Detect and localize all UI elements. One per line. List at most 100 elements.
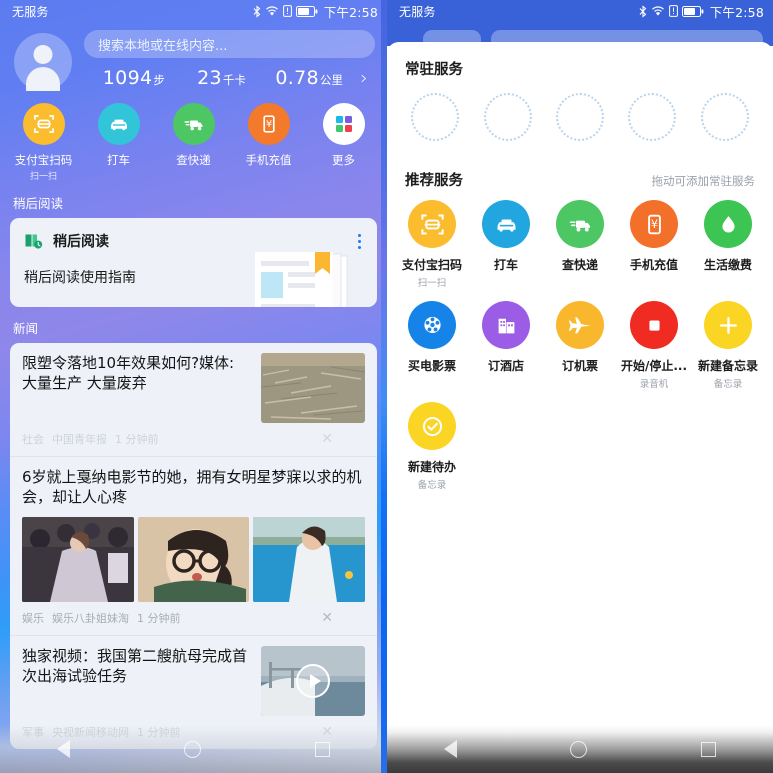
service-flight[interactable]: 订机票 [543, 301, 617, 390]
resident-slot-row [387, 79, 773, 141]
service-hotel[interactable]: 订酒店 [469, 301, 543, 390]
back-triangle-icon[interactable] [443, 740, 457, 758]
news-title: 6岁就上戛纳电影节的她，拥有女明星梦寐以求的机会，却让人心疼 [22, 468, 362, 507]
stat-steps-unit: 步 [153, 73, 165, 87]
profile-search-header: 搜索本地或在线内容... 1094步 23千卡 0.78公里 › [0, 22, 387, 91]
news-source: 中国青年报 [52, 433, 107, 446]
resident-slot-4[interactable] [616, 93, 688, 141]
service-alipay-scan[interactable]: 支付宝扫码 扫一扫 [395, 200, 469, 289]
news-source: 娱乐八卦姐妹淘 [52, 611, 129, 625]
status-icons: 下午2:58 [639, 2, 764, 21]
dual-screenshot: 无服务 下午2:58 搜索本地或在线内容... 1094步 23千卡 0.78公… [0, 0, 773, 773]
status-icons: 下午2:58 [253, 2, 378, 21]
service-sublabel: 备忘录 [417, 480, 447, 491]
service-record-toggle[interactable]: 开始/停止... 录音机 [617, 301, 691, 390]
left-phone-panel: 无服务 下午2:58 搜索本地或在线内容... 1094步 23千卡 0.78公… [0, 0, 387, 773]
bluetooth-icon [639, 4, 647, 18]
shortcut-label: 查快递 [176, 153, 211, 167]
shortcut-more[interactable]: 更多 [306, 103, 381, 182]
service-label: 打车 [493, 258, 518, 272]
news-meta: 社会 中国青年报 1 分钟前 ✕ [22, 423, 365, 456]
avatar[interactable] [14, 33, 72, 91]
wifi-icon [651, 5, 665, 17]
back-triangle-icon[interactable] [57, 740, 70, 758]
read-later-card[interactable]: 稍后阅读 稍后阅读使用指南 [10, 218, 377, 307]
service-label: 手机充值 [629, 258, 678, 272]
delivery-truck-icon [172, 103, 215, 145]
service-taxi[interactable]: 打车 [469, 200, 543, 289]
read-later-card-header: 稍后阅读 [10, 218, 377, 251]
shortcut-label: 打车 [107, 153, 130, 167]
news-article-1[interactable]: 限塑令落地10年效果如何?媒体: 大量生产 大量废弃 社会 中国青年报 1 分钟… [10, 343, 377, 456]
svg-text:¥: ¥ [650, 217, 657, 230]
service-label: 新建备忘录 [697, 359, 758, 373]
news-image-3 [253, 516, 366, 602]
service-new-note[interactable]: 新建备忘录 备忘录 [691, 301, 765, 390]
recents-square-icon[interactable] [701, 741, 717, 757]
service-new-todo[interactable]: 新建待办 备忘录 [395, 402, 469, 491]
news-video-thumbnail[interactable] [261, 645, 365, 716]
battery-icon [295, 5, 318, 17]
clock-label: 下午2:58 [709, 4, 764, 20]
news-close-icon[interactable]: ✕ [321, 610, 365, 626]
service-movie-ticket[interactable]: 买电影票 [395, 301, 469, 390]
stat-distance: 0.78公里 [265, 67, 353, 89]
play-button-icon[interactable] [296, 663, 330, 698]
recommended-services-hint: 拖动可添加常驻服务 [651, 174, 756, 188]
phone-recharge-icon: ¥ [247, 103, 290, 145]
read-later-item[interactable]: 稍后阅读使用指南 [10, 251, 377, 307]
empty-slot-ring-icon [483, 93, 532, 141]
news-card: 限塑令落地10年效果如何?媒体: 大量生产 大量废弃 社会 中国青年报 1 分钟… [10, 343, 377, 749]
news-image-strip [22, 516, 366, 602]
service-label: 生活缴费 [703, 258, 752, 272]
news-time: 1 分钟前 [137, 611, 181, 625]
stat-steps-value: 1094 [102, 67, 153, 89]
news-article-2[interactable]: 6岁就上戛纳电影节的她，拥有女明星梦寐以求的机会，却让人心疼 娱乐 娱乐八卦姐妹… [10, 456, 377, 635]
stat-calories: 23千卡 [178, 67, 266, 89]
kebab-menu-icon[interactable] [358, 233, 363, 249]
recents-square-icon[interactable] [315, 741, 330, 757]
chevron-right-icon[interactable]: › [353, 67, 375, 89]
scan-code-icon [22, 103, 65, 145]
shortcut-taxi[interactable]: 打车 [81, 103, 156, 182]
service-label: 支付宝扫码 [401, 258, 462, 272]
phone-recharge-icon: ¥ [630, 200, 678, 248]
resident-services-title: 常驻服务 [405, 62, 463, 78]
carrier-label: 无服务 [399, 4, 436, 19]
service-express[interactable]: 查快递 [543, 200, 617, 289]
news-category: 社会 [22, 433, 44, 446]
empty-slot-ring-icon [411, 93, 460, 141]
shortcut-alipay-scan[interactable]: 支付宝扫码 扫一扫 [6, 103, 81, 182]
delivery-truck-icon [556, 200, 604, 248]
read-later-section-title: 稍后阅读 [13, 196, 64, 211]
news-image-1 [22, 516, 134, 602]
plus-icon [704, 301, 752, 349]
search-placeholder: 搜索本地或在线内容... [98, 38, 228, 54]
news-image-2 [137, 516, 250, 602]
search-input[interactable]: 搜索本地或在线内容... [84, 30, 375, 58]
sim-alert-icon [282, 5, 292, 17]
home-circle-icon[interactable] [570, 740, 588, 758]
carrier-label: 无服务 [12, 4, 49, 19]
news-close-icon[interactable]: ✕ [321, 431, 365, 447]
resident-slot-5[interactable] [689, 93, 761, 141]
service-label: 订酒店 [487, 359, 524, 373]
shortcut-express[interactable]: 查快递 [156, 103, 231, 182]
health-stats[interactable]: 1094步 23千卡 0.78公里 › [84, 67, 375, 89]
service-sublabel: 录音机 [639, 379, 669, 390]
service-label: 开始/停止... [620, 359, 688, 373]
resident-slot-1[interactable] [399, 93, 471, 141]
service-label: 新建待办 [407, 460, 456, 474]
service-recharge[interactable]: ¥ 手机充值 [617, 200, 691, 289]
resident-slot-2[interactable] [471, 93, 543, 141]
service-utilities[interactable]: 生活缴费 [691, 200, 765, 289]
film-reel-icon [408, 301, 456, 349]
shortcut-recharge[interactable]: ¥ 手机充值 [231, 103, 306, 182]
service-label: 查快递 [561, 258, 598, 272]
home-circle-icon[interactable] [184, 740, 201, 758]
news-title: 限塑令落地10年效果如何?媒体: 大量生产 大量废弃 [22, 354, 235, 393]
service-label: 买电影票 [407, 359, 456, 373]
wifi-icon [265, 5, 279, 17]
resident-slot-3[interactable] [544, 93, 616, 141]
hotel-icon [482, 301, 530, 349]
